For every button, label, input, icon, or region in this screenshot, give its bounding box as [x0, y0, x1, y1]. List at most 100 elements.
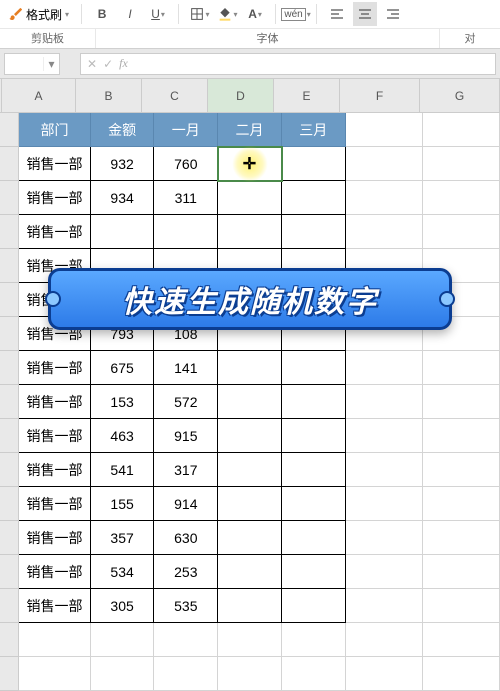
cell[interactable]: 311 [154, 181, 218, 215]
cell[interactable]: 914 [154, 487, 218, 521]
cell[interactable]: 销售一部 [19, 147, 90, 181]
cell[interactable] [346, 215, 423, 249]
format-painter-button[interactable]: 格式刷 ▾ [4, 2, 73, 26]
column-header-F[interactable]: F [340, 79, 420, 113]
cell[interactable] [423, 147, 500, 181]
cell[interactable] [423, 589, 500, 623]
cell[interactable]: 317 [154, 453, 218, 487]
cell[interactable]: 三月 [282, 113, 346, 147]
row-header[interactable] [0, 453, 19, 487]
cell[interactable]: 535 [154, 589, 218, 623]
underline-button[interactable]: U▾ [146, 2, 170, 26]
cell[interactable] [423, 181, 500, 215]
cell[interactable] [346, 555, 423, 589]
cell[interactable] [282, 487, 346, 521]
align-center-button[interactable] [353, 2, 377, 26]
cell[interactable] [218, 385, 282, 419]
cell[interactable] [346, 147, 423, 181]
cell[interactable] [154, 215, 218, 249]
cell[interactable] [154, 623, 218, 657]
formula-input[interactable] [134, 57, 489, 71]
cell[interactable]: 534 [91, 555, 155, 589]
cell[interactable] [423, 453, 500, 487]
cell[interactable] [218, 521, 282, 555]
cell[interactable]: 销售一部 [19, 351, 90, 385]
cell[interactable]: 155 [91, 487, 155, 521]
row-header[interactable] [0, 623, 19, 657]
cell[interactable] [282, 385, 346, 419]
row-header[interactable] [0, 147, 19, 181]
cell[interactable]: 销售一部 [19, 385, 90, 419]
cell[interactable]: 760 [154, 147, 218, 181]
cell[interactable]: 销售一部 [19, 487, 90, 521]
cell[interactable] [423, 113, 500, 147]
cell[interactable] [282, 351, 346, 385]
cell[interactable]: 销售一部 [19, 215, 90, 249]
column-header-A[interactable]: A [2, 79, 76, 113]
row-header[interactable] [0, 657, 19, 691]
cell[interactable] [218, 419, 282, 453]
italic-button[interactable]: I [118, 2, 142, 26]
cell[interactable] [423, 419, 500, 453]
name-box-dropdown[interactable]: ▾ [43, 57, 59, 71]
row-header[interactable] [0, 589, 19, 623]
row-header[interactable] [0, 283, 19, 317]
row-header[interactable] [0, 317, 19, 351]
cell[interactable] [423, 555, 500, 589]
cell[interactable] [346, 181, 423, 215]
cell[interactable] [346, 657, 423, 691]
cell[interactable] [218, 181, 282, 215]
cell[interactable] [218, 555, 282, 589]
cell[interactable] [218, 589, 282, 623]
cell[interactable]: ✛ [218, 147, 282, 181]
cell[interactable]: 932 [91, 147, 155, 181]
fx-icon[interactable]: fx [119, 56, 128, 71]
cell[interactable]: 153 [91, 385, 155, 419]
cell[interactable] [346, 419, 423, 453]
row-header[interactable] [0, 555, 19, 589]
cell[interactable] [346, 351, 423, 385]
cell[interactable] [282, 419, 346, 453]
border-button[interactable]: ▾ [187, 2, 211, 26]
cell[interactable] [282, 623, 346, 657]
name-box[interactable]: ▾ [4, 53, 60, 75]
cell[interactable] [423, 385, 500, 419]
cell[interactable] [282, 657, 346, 691]
cell[interactable] [346, 521, 423, 555]
cell[interactable] [346, 623, 423, 657]
column-header-E[interactable]: E [274, 79, 340, 113]
cell[interactable]: 357 [91, 521, 155, 555]
cell[interactable] [423, 487, 500, 521]
cell[interactable] [282, 181, 346, 215]
font-color-button[interactable]: A▾ [243, 2, 267, 26]
cell[interactable]: 305 [91, 589, 155, 623]
cell[interactable]: 销售一部 [19, 181, 90, 215]
cell[interactable] [346, 385, 423, 419]
cell[interactable]: 141 [154, 351, 218, 385]
row-header[interactable] [0, 419, 19, 453]
cell[interactable] [423, 623, 500, 657]
cell[interactable]: 金额 [91, 113, 155, 147]
cell[interactable] [19, 623, 90, 657]
cell[interactable]: 572 [154, 385, 218, 419]
column-header-B[interactable]: B [76, 79, 142, 113]
cell[interactable] [346, 487, 423, 521]
cell[interactable]: 630 [154, 521, 218, 555]
fill-color-button[interactable]: ▾ [215, 2, 239, 26]
cell[interactable] [282, 215, 346, 249]
cell[interactable] [218, 215, 282, 249]
cell[interactable] [91, 215, 155, 249]
row-header[interactable] [0, 215, 19, 249]
align-left-button[interactable] [325, 2, 349, 26]
cell[interactable]: 销售一部 [19, 521, 90, 555]
row-header[interactable] [0, 181, 19, 215]
cell[interactable]: 销售一部 [19, 555, 90, 589]
cell[interactable] [91, 657, 155, 691]
cell[interactable] [346, 453, 423, 487]
cell[interactable] [423, 657, 500, 691]
cell[interactable] [91, 623, 155, 657]
cell[interactable]: 部门 [19, 113, 90, 147]
cancel-icon[interactable]: ✕ [87, 57, 97, 71]
accept-icon[interactable]: ✓ [103, 57, 113, 71]
column-header-C[interactable]: C [142, 79, 208, 113]
